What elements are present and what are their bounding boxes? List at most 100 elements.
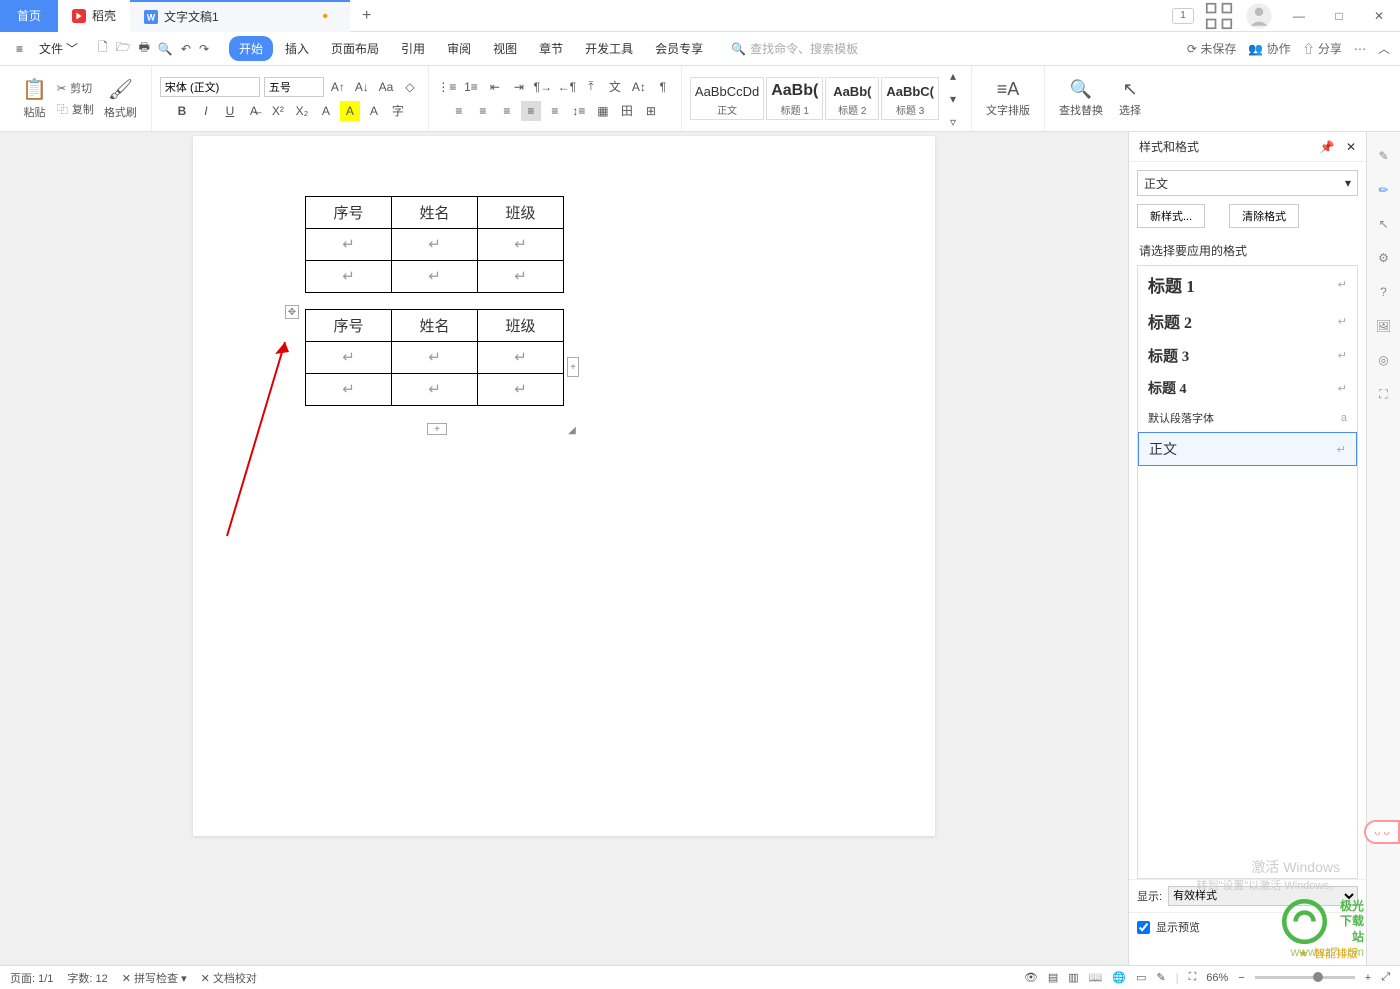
- table-cell[interactable]: ↵: [478, 229, 564, 261]
- numbering-button[interactable]: 1≡: [461, 77, 481, 97]
- more-menu-icon[interactable]: ⋯: [1354, 42, 1366, 56]
- new-style-button[interactable]: 新样式...: [1137, 204, 1205, 228]
- change-case-icon[interactable]: Aa: [376, 77, 396, 97]
- style-heading3[interactable]: AaBbC(标题 3: [881, 77, 939, 120]
- grow-font-icon[interactable]: A↑: [328, 77, 348, 97]
- clear-format-button[interactable]: 清除格式: [1229, 204, 1299, 228]
- collapse-ribbon-icon[interactable]: ︿: [1378, 40, 1390, 57]
- table-move-handle-icon[interactable]: ✥: [285, 305, 299, 319]
- status-spellcheck[interactable]: ✕ 拼写检查 ▾: [122, 970, 187, 986]
- align-distribute-button[interactable]: ≡: [545, 101, 565, 121]
- table-header-cell[interactable]: 姓名: [392, 197, 478, 229]
- align-justify-button[interactable]: ≡: [521, 101, 541, 121]
- rtl-button[interactable]: ←¶: [557, 77, 577, 97]
- style-list-item[interactable]: 标题 2↵: [1138, 303, 1357, 339]
- web-view-icon[interactable]: 🌐: [1112, 971, 1126, 984]
- ribbon-tab-start[interactable]: 开始: [229, 36, 273, 61]
- strip-cursor-icon[interactable]: ↖: [1374, 214, 1394, 234]
- qa-preview-icon[interactable]: 🔍: [158, 42, 173, 56]
- zoom-slider[interactable]: [1255, 976, 1355, 979]
- outline-view-icon[interactable]: ▥: [1068, 971, 1078, 984]
- table-cell[interactable]: ↵: [392, 229, 478, 261]
- style-heading2[interactable]: AaBb(标题 2: [825, 77, 879, 120]
- line-top-button[interactable]: ⤒: [581, 77, 601, 97]
- ribbon-tab-devtools[interactable]: 开发工具: [575, 36, 643, 61]
- increase-indent-button[interactable]: ⇥: [509, 77, 529, 97]
- qa-redo-icon[interactable]: ↷: [199, 42, 209, 56]
- style-list-item[interactable]: 标题 4↵: [1138, 372, 1357, 404]
- cooperate-button[interactable]: 👥 协作: [1248, 40, 1290, 57]
- qa-new-icon[interactable]: 🗋: [98, 38, 108, 59]
- zoom-in-button[interactable]: +: [1365, 972, 1371, 984]
- style-normal[interactable]: AaBbCcDd正文: [690, 77, 764, 120]
- ribbon-tab-section[interactable]: 章节: [529, 36, 573, 61]
- document-table-1[interactable]: 序号 姓名 班级 ↵↵↵ ↵↵↵: [305, 196, 564, 293]
- text-direction-button[interactable]: 文: [605, 77, 625, 97]
- styles-up-icon[interactable]: ▴: [943, 66, 963, 86]
- zoom-fit-icon[interactable]: ⛶: [1189, 971, 1197, 984]
- table-header-cell[interactable]: 序号: [306, 310, 392, 342]
- tab-settings-button[interactable]: ⊞: [641, 101, 661, 121]
- table-cell[interactable]: ↵: [392, 261, 478, 293]
- show-marks-button[interactable]: ¶: [653, 77, 673, 97]
- paste-button[interactable]: 📋 粘贴: [16, 77, 53, 120]
- sort-button[interactable]: A↕: [629, 77, 649, 97]
- strip-expand-icon[interactable]: ⛶: [1374, 384, 1394, 404]
- apps-grid-icon[interactable]: [1204, 2, 1234, 30]
- table-header-cell[interactable]: 班级: [478, 197, 564, 229]
- style-heading1[interactable]: AaBb(标题 1: [766, 77, 823, 120]
- status-words[interactable]: 字数: 12: [67, 970, 107, 986]
- ribbon-tab-member[interactable]: 会员专享: [645, 36, 713, 61]
- format-painter-button[interactable]: 🖌 格式刷: [98, 77, 143, 120]
- font-shading-button[interactable]: A: [364, 101, 384, 121]
- preview-checkbox[interactable]: [1137, 921, 1150, 934]
- maximize-button[interactable]: □: [1324, 2, 1354, 30]
- italic-button[interactable]: I: [196, 101, 216, 121]
- smart-layout-button[interactable]: ★ 智能排版: [1129, 941, 1366, 965]
- panel-close-icon[interactable]: ✕: [1346, 140, 1356, 154]
- table-cell[interactable]: ↵: [306, 342, 392, 374]
- table-add-row-icon[interactable]: +: [427, 423, 447, 435]
- shading-button[interactable]: ▦: [593, 101, 613, 121]
- ribbon-tab-review[interactable]: 审阅: [437, 36, 481, 61]
- superscript-button[interactable]: X²: [268, 101, 288, 121]
- strikethrough-button[interactable]: A̶: [244, 101, 264, 121]
- styles-more-icon[interactable]: ▿: [943, 112, 963, 132]
- zoom-out-button[interactable]: −: [1238, 972, 1244, 984]
- table-cell[interactable]: ↵: [392, 374, 478, 406]
- status-page[interactable]: 页面: 1/1: [10, 970, 53, 986]
- close-button[interactable]: ✕: [1364, 2, 1394, 30]
- table-resize-handle-icon[interactable]: ◢: [565, 423, 579, 437]
- pin-icon[interactable]: 📌: [1320, 140, 1335, 154]
- tab-doke[interactable]: 稻壳: [58, 0, 130, 32]
- tab-home[interactable]: 首页: [0, 0, 58, 32]
- share-button[interactable]: ⇧ 分享: [1303, 40, 1342, 57]
- new-tab-button[interactable]: +: [350, 7, 383, 25]
- font-color-button[interactable]: A: [316, 101, 336, 121]
- bullets-button[interactable]: ⋮≡: [437, 77, 457, 97]
- strip-target-icon[interactable]: ◎: [1374, 350, 1394, 370]
- decrease-indent-button[interactable]: ⇤: [485, 77, 505, 97]
- borders-button[interactable]: 田: [617, 101, 637, 121]
- table-cell[interactable]: ↵: [478, 374, 564, 406]
- copy-button[interactable]: ⿻复制: [57, 100, 94, 118]
- find-replace-button[interactable]: 🔍查找替换: [1053, 79, 1109, 118]
- edit-view-icon[interactable]: ✎: [1157, 971, 1166, 984]
- subscript-button[interactable]: X₂: [292, 101, 312, 121]
- align-right-button[interactable]: ≡: [497, 101, 517, 121]
- table-header-cell[interactable]: 班级: [478, 310, 564, 342]
- character-border-button[interactable]: 字: [388, 101, 408, 121]
- font-size-select[interactable]: [264, 77, 324, 97]
- status-doccheck[interactable]: ✕ 文档校对: [201, 970, 257, 986]
- strip-help-icon[interactable]: ?: [1374, 282, 1394, 302]
- strip-edit-icon[interactable]: ✏: [1374, 180, 1394, 200]
- current-style-select[interactable]: 正文 ▾: [1137, 170, 1358, 196]
- font-family-select[interactable]: [160, 77, 260, 97]
- show-filter-select[interactable]: 有效样式: [1168, 886, 1358, 906]
- shrink-font-icon[interactable]: A↓: [352, 77, 372, 97]
- qa-print-icon[interactable]: 🖶: [139, 38, 150, 59]
- ltr-button[interactable]: ¶→: [533, 77, 553, 97]
- table-cell[interactable]: ↵: [478, 261, 564, 293]
- ribbon-tab-view[interactable]: 视图: [483, 36, 527, 61]
- floating-assist-icon[interactable]: ᴗ ᴗ: [1364, 820, 1400, 844]
